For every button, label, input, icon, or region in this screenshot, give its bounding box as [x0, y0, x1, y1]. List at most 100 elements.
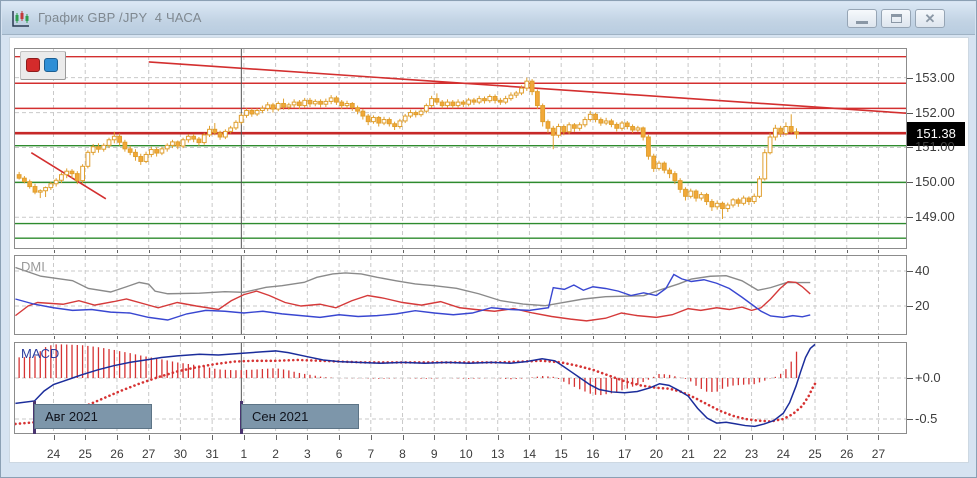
candle-body	[70, 171, 74, 173]
candle-body	[60, 175, 64, 181]
candle-body	[345, 103, 349, 105]
candle-body	[763, 153, 767, 179]
close-button[interactable]: ✕	[915, 9, 945, 28]
price-chart-panel[interactable]	[14, 48, 907, 249]
candle-body	[668, 170, 672, 173]
date-tick	[752, 435, 753, 440]
candle-body	[340, 102, 344, 105]
x-axis-label: 10	[451, 447, 481, 461]
candle-body	[134, 152, 138, 156]
x-axis-label: 25	[70, 447, 100, 461]
candle-body	[229, 128, 233, 131]
date-tick	[85, 336, 86, 339]
date-tick	[180, 435, 181, 440]
candle-body	[641, 128, 645, 137]
candle-body	[403, 116, 407, 121]
x-axis-label: 2	[261, 447, 291, 461]
candle-body	[514, 93, 518, 95]
candle-body	[662, 163, 666, 170]
candle-body	[446, 102, 450, 105]
candle-body	[657, 163, 661, 168]
legend-red-swatch[interactable]	[26, 58, 40, 72]
candle-body	[715, 203, 719, 206]
candle-body	[223, 131, 227, 137]
dmi-adx-line	[15, 268, 810, 306]
legend-blue-swatch[interactable]	[44, 58, 58, 72]
dmi-label: DMI	[21, 259, 45, 274]
candle-body	[308, 100, 312, 103]
candle-body	[710, 202, 714, 207]
date-tick	[498, 250, 499, 253]
title-bar[interactable]: График GBP /JPY 4 ЧАСА ✕	[2, 2, 975, 35]
price-axis-label: 151.00	[915, 139, 971, 155]
candle-body	[260, 108, 264, 110]
x-axis-label: 20	[641, 447, 671, 461]
candle-body	[477, 99, 481, 102]
candle-body	[218, 133, 222, 137]
x-axis-label: 22	[705, 447, 735, 461]
date-tick	[276, 435, 277, 440]
date-tick	[371, 250, 372, 253]
candle-body	[155, 150, 159, 153]
candle-body	[266, 105, 270, 108]
x-axis-label: 9	[419, 447, 449, 461]
candle-body	[504, 99, 508, 102]
dmi-+di-line	[15, 275, 810, 321]
candle-body	[498, 100, 502, 102]
candle-body	[234, 122, 238, 128]
date-tick	[752, 250, 753, 253]
candle-body	[673, 174, 677, 181]
macd-axis-label: +0.0	[915, 370, 971, 386]
candle-body	[599, 120, 603, 123]
date-tick	[149, 250, 150, 253]
candle-body	[102, 145, 106, 149]
candle-body	[768, 137, 772, 153]
candle-body	[33, 187, 37, 193]
date-tick	[180, 336, 181, 339]
date-tick	[688, 435, 689, 440]
candle-body	[546, 122, 550, 129]
date-tick	[625, 336, 626, 339]
date-tick	[244, 435, 245, 440]
candle-body	[38, 191, 42, 192]
candle-body	[382, 120, 386, 123]
month-label-sep: Сен 2021	[241, 404, 359, 429]
price-axis-label: 152.00	[915, 105, 971, 121]
date-tick	[434, 250, 435, 253]
candle-body	[567, 125, 571, 132]
candle-body	[440, 102, 444, 105]
candle-body	[541, 106, 545, 122]
candle-body	[123, 142, 127, 149]
x-axis-label: 8	[388, 447, 418, 461]
date-tick	[656, 250, 657, 253]
price-axis-label: 149.00	[915, 209, 971, 225]
candle-body	[795, 132, 799, 134]
candle-body	[678, 181, 682, 190]
candle-body	[631, 127, 635, 130]
axis-tick	[907, 419, 913, 420]
candle-body	[393, 124, 397, 127]
dmi-panel[interactable]: DMI	[14, 255, 907, 335]
candle-body	[366, 116, 370, 122]
candle-body	[271, 105, 275, 109]
price-chart-svg[interactable]	[15, 49, 906, 248]
minimize-button[interactable]	[847, 9, 877, 28]
maximize-button[interactable]	[881, 9, 911, 28]
x-axis-label: 1	[229, 447, 259, 461]
candle-body	[144, 154, 148, 161]
dmi-chart-svg[interactable]	[15, 256, 906, 334]
x-axis-label: 16	[578, 447, 608, 461]
x-axis-label: 24	[768, 447, 798, 461]
date-tick	[117, 250, 118, 253]
x-axis-label: 31	[197, 447, 227, 461]
candle-body	[17, 175, 21, 178]
date-tick	[403, 435, 404, 440]
axis-tick	[907, 182, 913, 183]
axis-tick	[907, 271, 913, 272]
candle-body	[202, 135, 206, 143]
date-tick	[117, 336, 118, 339]
axis-tick	[907, 306, 913, 307]
candle-body	[112, 136, 116, 139]
date-tick	[688, 336, 689, 339]
candle-body	[303, 100, 307, 105]
